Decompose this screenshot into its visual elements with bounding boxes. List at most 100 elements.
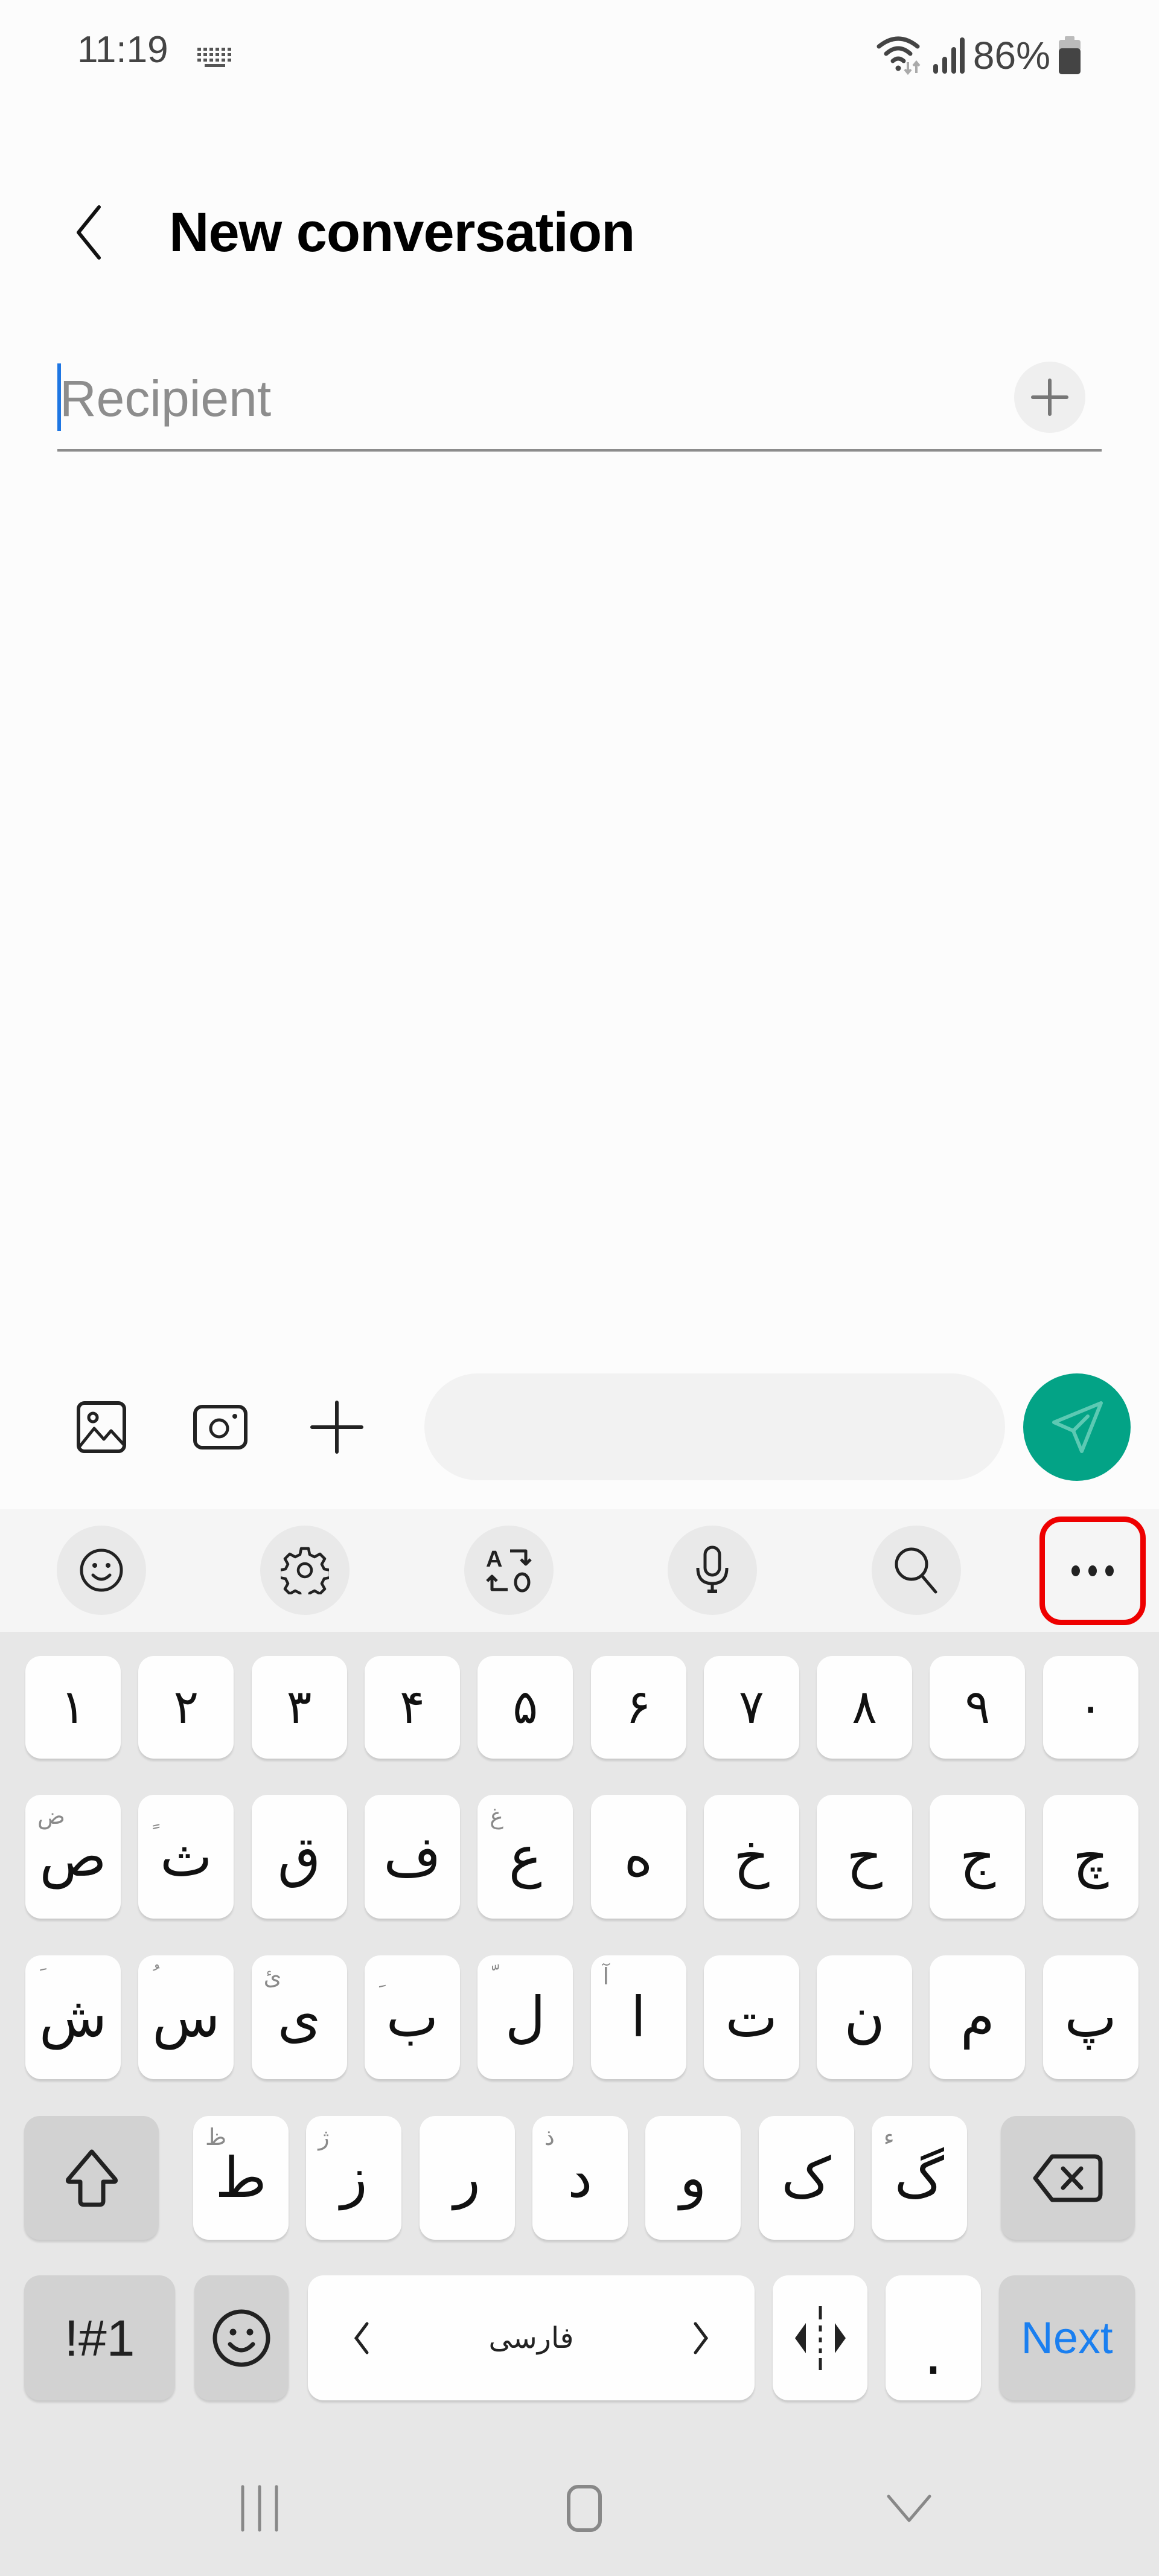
key-hint: آ <box>602 1963 610 1990</box>
shift-key[interactable] <box>24 2116 159 2240</box>
battery-icon <box>1059 36 1081 74</box>
key-label: ع <box>508 1824 542 1889</box>
letter-key[interactable]: و <box>645 2116 741 2240</box>
status-time: 11:19 <box>77 29 168 71</box>
number-key[interactable]: ۳ <box>251 1656 347 1759</box>
more-icon <box>1071 1565 1114 1576</box>
letter-key[interactable]: زژ <box>306 2116 402 2240</box>
recipient-field[interactable] <box>57 356 1102 452</box>
back-arrow-icon <box>77 205 101 260</box>
number-key[interactable]: ۲ <box>138 1656 234 1759</box>
letter-key[interactable]: ق <box>251 1795 347 1919</box>
key-label: ۸ <box>852 1680 878 1734</box>
plus-icon <box>310 1401 363 1454</box>
key-label: ۱ <box>60 1680 86 1734</box>
letter-key[interactable]: خ <box>703 1795 799 1919</box>
keyboard-icon <box>197 48 231 67</box>
letter-key[interactable]: م <box>930 1955 1026 2079</box>
add-recipient-button[interactable] <box>1014 362 1085 433</box>
letter-key[interactable]: ت <box>703 1955 799 2079</box>
letter-key[interactable]: ح <box>817 1795 913 1919</box>
key-label: م <box>960 1984 995 2050</box>
toolbar-emoji-button[interactable] <box>57 1526 146 1615</box>
letter-key[interactable]: شَ <box>25 1955 121 2079</box>
message-input[interactable] <box>424 1373 1005 1480</box>
hide-keyboard-button[interactable] <box>861 2475 957 2542</box>
chevron-right-icon <box>694 2322 709 2354</box>
key-label: ۶ <box>625 1680 651 1734</box>
letter-key[interactable]: ر <box>419 2116 515 2240</box>
key-label: ش <box>39 1984 107 2050</box>
key-hint: ذ <box>544 2124 555 2150</box>
number-key[interactable]: ۷ <box>703 1656 799 1759</box>
key-label: ف <box>383 1824 441 1889</box>
key-hint: ء <box>883 2124 895 2150</box>
recipient-input[interactable] <box>60 362 965 435</box>
signal-icon <box>933 37 965 74</box>
letter-key[interactable]: ن <box>817 1955 913 2079</box>
space-key-language-label: فارسی <box>488 2321 574 2355</box>
letter-key[interactable]: پ <box>1042 1955 1138 2079</box>
hide-keyboard-icon <box>887 2495 931 2522</box>
number-key[interactable]: ۶ <box>590 1656 686 1759</box>
letter-key[interactable]: یئ <box>251 1955 347 2079</box>
letter-key[interactable]: اآ <box>590 1955 686 2079</box>
toolbar-settings-button[interactable] <box>260 1526 350 1615</box>
emoji-key[interactable] <box>194 2275 289 2400</box>
camera-button[interactable] <box>184 1389 257 1466</box>
key-label: ی <box>277 1984 321 2050</box>
key-label: ز <box>340 2145 368 2210</box>
symbols-key[interactable]: !#1 <box>24 2275 175 2400</box>
toolbar-more-button[interactable] <box>1039 1517 1146 1625</box>
send-button[interactable] <box>1023 1373 1131 1481</box>
letter-key[interactable]: ج <box>930 1795 1026 1919</box>
letter-key[interactable]: ه <box>590 1795 686 1919</box>
toolbar-translate-button[interactable]: A <box>464 1526 554 1615</box>
home-icon <box>567 2485 602 2532</box>
next-key[interactable]: Next <box>999 2275 1135 2400</box>
toolbar-voice-button[interactable] <box>668 1526 757 1615</box>
gallery-button[interactable] <box>65 1389 138 1466</box>
status-icons: 86% <box>876 31 1082 80</box>
letter-key[interactable]: بِ <box>364 1955 460 2079</box>
wifi-icon <box>876 36 921 75</box>
number-key[interactable]: ۸ <box>817 1656 913 1759</box>
number-key[interactable]: ۱ <box>25 1656 121 1759</box>
letter-key[interactable]: ف <box>364 1795 460 1919</box>
cursor-control-key[interactable] <box>773 2275 867 2400</box>
number-key[interactable]: ۹ <box>930 1656 1026 1759</box>
key-label: ب <box>386 1984 439 2050</box>
letter-key[interactable]: صض <box>25 1795 121 1919</box>
space-key[interactable]: فارسی <box>308 2275 755 2400</box>
attach-button[interactable] <box>301 1389 373 1466</box>
key-label: ۷ <box>738 1680 764 1734</box>
key-label: ت <box>725 1984 778 2050</box>
next-key-label: Next <box>1021 2312 1113 2363</box>
letter-key[interactable]: گء <box>871 2116 967 2240</box>
shift-icon <box>65 2149 118 2207</box>
home-button[interactable] <box>536 2475 633 2542</box>
number-key[interactable]: ۰ <box>1042 1656 1138 1759</box>
key-hint: ظ <box>205 2124 227 2150</box>
key-label: ۴ <box>399 1680 425 1734</box>
letter-key[interactable]: ک <box>758 2116 854 2240</box>
number-key[interactable]: ۵ <box>477 1656 573 1759</box>
letter-key[interactable]: لّ <box>477 1955 573 2079</box>
key-label: ص <box>39 1824 107 1889</box>
back-button[interactable] <box>60 199 121 266</box>
number-key[interactable]: ۴ <box>364 1656 460 1759</box>
letter-key[interactable]: سُ <box>138 1955 234 2079</box>
letter-key[interactable]: دذ <box>532 2116 628 2240</box>
letter-key[interactable]: طظ <box>193 2116 289 2240</box>
letter-key[interactable]: چ <box>1042 1795 1138 1919</box>
recent-apps-button[interactable] <box>211 2475 308 2542</box>
key-label: ن <box>844 1984 885 2050</box>
letter-key[interactable]: ثٍ <box>138 1795 234 1919</box>
letter-key[interactable]: عغ <box>477 1795 573 1919</box>
backspace-key[interactable] <box>1001 2116 1135 2240</box>
toolbar-search-button[interactable] <box>872 1526 961 1615</box>
key-label: ل <box>505 1984 546 2050</box>
period-key[interactable]: . <box>886 2275 981 2400</box>
key-label: س <box>152 1984 220 2050</box>
key-label: پ <box>1064 1984 1117 2050</box>
